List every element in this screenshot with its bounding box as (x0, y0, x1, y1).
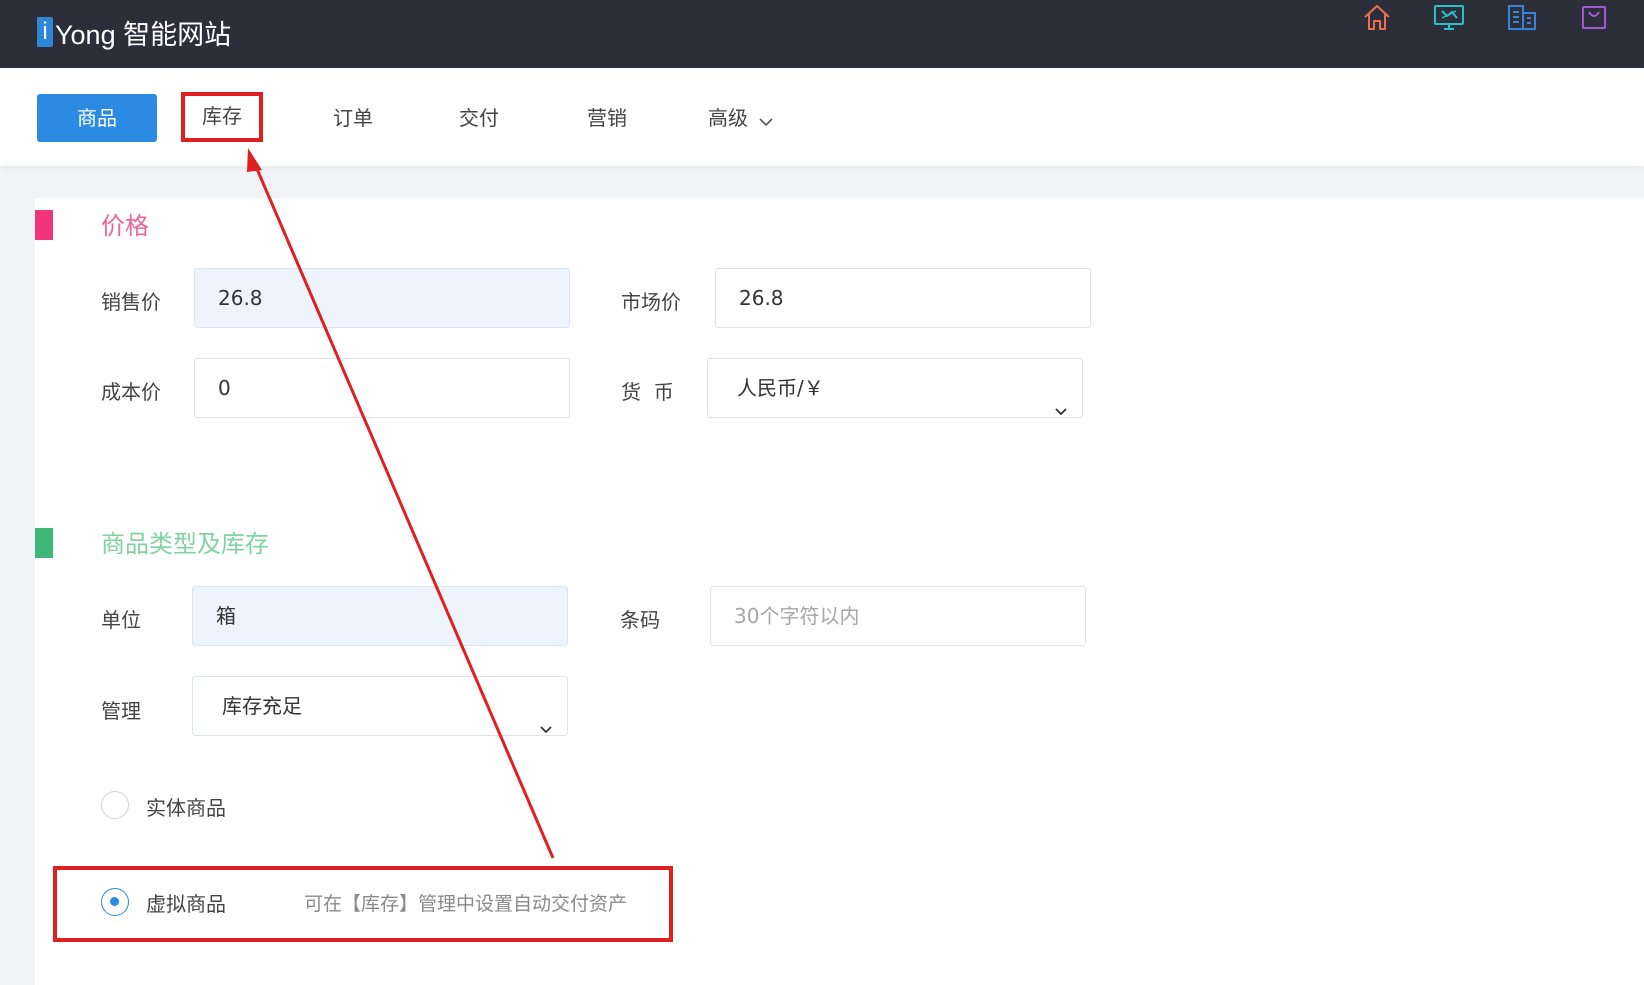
tab-advanced-label: 高级 (708, 106, 748, 130)
stock-manage-select[interactable]: 库存充足 (192, 676, 568, 736)
unit-input[interactable]: 箱 (192, 586, 568, 646)
tab-advanced[interactable]: 高级 (708, 94, 808, 142)
currency-select[interactable]: 人民币/￥ (707, 358, 1083, 418)
home-icon[interactable] (1360, 0, 1394, 34)
sale-price-label: 销售价 (101, 290, 161, 314)
unit-label: 单位 (101, 608, 141, 632)
physical-goods-radio[interactable] (101, 791, 129, 819)
logo[interactable]: i Yong 智能网站 (37, 15, 232, 50)
stock-manage-value: 库存充足 (222, 694, 302, 718)
cost-price-label: 成本价 (101, 380, 161, 404)
tab-inventory[interactable]: 库存 (181, 92, 263, 142)
logo-text: Yong 智能网站 (55, 19, 232, 50)
shopping-bag-icon[interactable] (1577, 0, 1611, 34)
dashboard-monitor-icon[interactable] (1432, 0, 1466, 34)
physical-goods-label[interactable]: 实体商品 (146, 792, 226, 821)
product-form: 价格 销售价 26.8 市场价 26.8 成本价 0 货 币 人民币/￥ 商品类… (35, 198, 1644, 985)
chevron-down-icon (539, 699, 553, 757)
tab-products[interactable]: 商品 (37, 94, 157, 142)
chevron-down-icon (1054, 381, 1068, 439)
tab-marketing[interactable]: 营销 (574, 94, 640, 142)
top-bar: i Yong 智能网站 (0, 0, 1644, 68)
logo-mark: i (37, 17, 53, 47)
tab-delivery[interactable]: 交付 (446, 94, 512, 142)
currency-select-value: 人民币/￥ (737, 376, 824, 400)
barcode-input[interactable]: 30个字符以内 (710, 586, 1086, 646)
annotation-highlight-box (53, 866, 673, 942)
stock-section-marker (35, 528, 53, 558)
currency-label: 货 币 (621, 380, 674, 404)
price-section-marker (35, 210, 53, 240)
market-price-label: 市场价 (621, 290, 681, 314)
price-section-title: 价格 (101, 212, 149, 240)
barcode-label: 条码 (620, 608, 660, 632)
cost-price-input[interactable]: 0 (194, 358, 570, 418)
tab-orders[interactable]: 订单 (320, 94, 386, 142)
manage-label: 管理 (101, 699, 141, 723)
market-price-input[interactable]: 26.8 (715, 268, 1091, 328)
chevron-down-icon (758, 96, 774, 144)
sale-price-input[interactable]: 26.8 (194, 268, 570, 328)
stock-section-title: 商品类型及库存 (101, 530, 269, 558)
main-nav: 商品 库存 订单 交付 营销 高级 (0, 68, 1644, 166)
building-icon[interactable] (1505, 0, 1539, 34)
